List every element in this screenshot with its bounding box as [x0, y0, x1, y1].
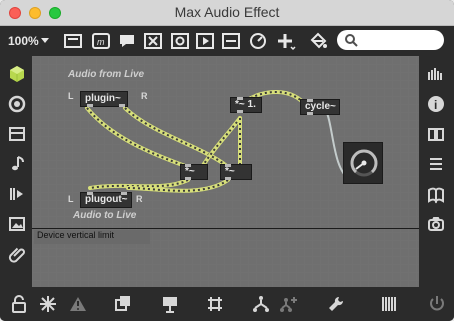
add-hierarchy-icon[interactable]	[278, 294, 298, 314]
camera-icon[interactable]	[426, 214, 446, 234]
outlet-left[interactable]	[307, 112, 313, 115]
outlet-left[interactable]	[225, 177, 231, 180]
comment-audio-to-live[interactable]: Audio to Live	[73, 210, 136, 221]
inlet-left[interactable]	[237, 97, 243, 100]
patcher-canvas[interactable]: Audio from Live L R plugin~ *~ 1. cycle~…	[32, 56, 419, 287]
wrench-icon[interactable]	[326, 294, 346, 314]
image-icon[interactable]	[7, 214, 27, 234]
grid-icon[interactable]	[205, 294, 225, 314]
play-list-icon[interactable]	[7, 184, 27, 204]
snowflake-icon[interactable]	[38, 294, 58, 314]
object-mul-right-label: *~	[225, 166, 235, 177]
search-field[interactable]	[337, 30, 444, 50]
live-dial-icon[interactable]	[344, 143, 384, 185]
inlet-left[interactable]	[307, 99, 313, 102]
paperclip-icon[interactable]	[7, 244, 27, 264]
object-mul-left-label: *~	[185, 166, 195, 177]
toggle-object-icon[interactable]	[194, 31, 216, 51]
search-icon	[344, 33, 358, 47]
hierarchy-icon[interactable]	[251, 294, 271, 314]
meter-bars-icon[interactable]	[379, 294, 399, 314]
toolbar: 100% m	[0, 26, 454, 56]
panel-icon[interactable]	[7, 124, 27, 144]
add-object-icon[interactable]	[274, 31, 296, 51]
object-plugin-label: plugin~	[85, 93, 121, 104]
copy-icon[interactable]	[113, 294, 133, 314]
comment-r-out[interactable]: R	[136, 194, 143, 204]
object-plugout[interactable]: plugout~	[80, 192, 132, 208]
zoom-dropdown-icon[interactable]	[41, 38, 49, 43]
inlet-left[interactable]	[185, 164, 191, 167]
comment-icon[interactable]	[116, 31, 138, 51]
presentation-icon[interactable]	[160, 294, 180, 314]
meter-icon[interactable]	[426, 64, 446, 84]
right-sidebar: i	[419, 56, 454, 287]
presentation-mode-icon[interactable]	[62, 31, 84, 51]
window-title: Max Audio Effect	[174, 4, 280, 20]
object-mul-1[interactable]: *~ 1.	[230, 97, 262, 113]
inlet-left[interactable]	[87, 192, 93, 195]
object-mul-right[interactable]: *~	[220, 164, 252, 180]
list-icon[interactable]	[426, 154, 446, 174]
object-mul-1-label: *~ 1.	[235, 99, 256, 110]
outlet-right[interactable]	[119, 104, 125, 107]
lock-icon[interactable]	[9, 294, 29, 314]
device-vertical-limit-label: Device vertical limit	[34, 230, 150, 244]
object-plugin[interactable]: plugin~	[80, 91, 128, 107]
outlet-left[interactable]	[237, 110, 243, 113]
cube-icon[interactable]	[7, 64, 27, 84]
object-cycle-label: cycle~	[305, 101, 336, 112]
left-sidebar	[0, 56, 32, 287]
object-x-icon[interactable]	[142, 31, 164, 51]
title-bar: Max Audio Effect	[0, 0, 454, 26]
book-open-icon[interactable]	[426, 184, 446, 204]
inlet-right[interactable]	[121, 192, 127, 195]
dial-object-icon[interactable]	[247, 31, 269, 51]
device-vertical-limit-line	[32, 228, 419, 229]
warning-icon[interactable]	[68, 294, 88, 314]
music-note-icon[interactable]	[7, 154, 27, 174]
paint-bucket-icon[interactable]	[307, 31, 329, 51]
bottom-toolbar	[0, 287, 454, 321]
inlet-left[interactable]	[225, 164, 231, 167]
info-icon[interactable]: i	[426, 94, 446, 114]
outlet-left[interactable]	[87, 104, 93, 107]
circle-icon[interactable]	[7, 94, 27, 114]
live-dial-panel[interactable]	[343, 142, 383, 184]
object-plugout-label: plugout~	[85, 194, 128, 205]
svg-text:i: i	[434, 98, 437, 112]
slider-object-icon[interactable]	[220, 31, 242, 51]
message-box-icon[interactable]: m	[90, 31, 112, 51]
book-icon[interactable]	[426, 124, 446, 144]
comment-l-in[interactable]: L	[68, 91, 74, 101]
max-window: Max Audio Effect 100% m Audio from Live …	[0, 0, 454, 321]
object-mul-left[interactable]: *~	[180, 164, 208, 180]
power-icon[interactable]	[427, 294, 447, 314]
comment-l-out[interactable]: L	[68, 194, 74, 204]
button-object-icon[interactable]	[169, 31, 191, 51]
object-cycle[interactable]: cycle~	[300, 99, 340, 115]
outlet-left[interactable]	[185, 177, 191, 180]
comment-audio-from-live[interactable]: Audio from Live	[68, 69, 144, 80]
zoom-level-label[interactable]: 100%	[8, 34, 39, 48]
svg-text:m: m	[97, 37, 105, 47]
comment-r-in[interactable]: R	[141, 91, 148, 101]
